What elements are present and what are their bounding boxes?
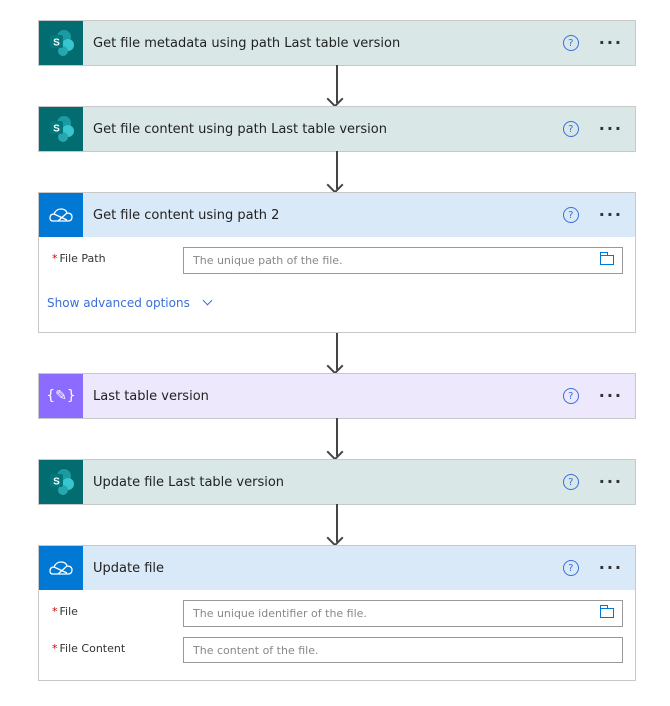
help-icon[interactable]: ? [562, 388, 579, 404]
card-title: Get file content using path Last table v… [93, 121, 387, 137]
card-header[interactable]: Get file content using path 2 ? ··· [39, 193, 635, 237]
card-header[interactable]: {✎} Last table version ? ··· [39, 374, 635, 418]
action-card-update-file[interactable]: Update file ? ··· * File The unique ident… [38, 545, 636, 681]
chevron-down-icon [202, 295, 213, 306]
card-title: Update file Last table version [93, 474, 285, 490]
help-icon[interactable]: ? [562, 35, 579, 51]
card-header[interactable]: Update file ? ··· [39, 546, 635, 590]
card-title: Last table version [93, 388, 209, 404]
sharepoint-icon [39, 460, 83, 504]
connector-arrow [336, 333, 338, 370]
more-options-icon[interactable]: ··· [599, 560, 623, 576]
file-path-input[interactable]: The unique path of the file. [183, 247, 623, 274]
card-title: Get file metadata using path Last table … [93, 35, 401, 51]
file-label: * File [52, 605, 78, 618]
help-icon[interactable]: ? [562, 560, 579, 576]
more-options-icon[interactable]: ··· [599, 35, 623, 51]
sharepoint-icon [39, 107, 83, 151]
file-content-label: * File Content [52, 642, 126, 655]
onedrive-cloud-icon [39, 193, 83, 237]
more-options-icon[interactable]: ··· [599, 474, 623, 490]
action-card-get-file-metadata[interactable]: Get file metadata using path Last table … [38, 20, 636, 66]
card-title: Get file content using path 2 [93, 207, 280, 223]
action-card-get-file-content-2[interactable]: Get file content using path 2 ? ··· * Fil… [38, 192, 636, 333]
connector-arrow [336, 65, 338, 103]
help-icon[interactable]: ? [562, 207, 579, 223]
card-header[interactable]: Update file Last table version ? ··· [39, 460, 635, 504]
action-card-last-table-version[interactable]: {✎} Last table version ? ··· [38, 373, 636, 419]
connector-arrow [336, 504, 338, 542]
card-title: Update file [93, 560, 165, 576]
card-header[interactable]: Get file metadata using path Last table … [39, 21, 635, 65]
file-path-label: * File Path [52, 252, 106, 265]
folder-icon[interactable] [600, 605, 614, 618]
folder-icon[interactable] [600, 252, 614, 265]
more-options-icon[interactable]: ··· [599, 388, 623, 404]
action-card-get-file-content[interactable]: Get file content using path Last table v… [38, 106, 636, 152]
onedrive-cloud-icon [39, 546, 83, 590]
help-icon[interactable]: ? [562, 121, 579, 137]
variable-icon: {✎} [39, 374, 83, 418]
more-options-icon[interactable]: ··· [599, 121, 623, 137]
action-card-update-file-last-table-version[interactable]: Update file Last table version ? ··· [38, 459, 636, 505]
show-advanced-options-link[interactable]: Show advanced options [47, 295, 213, 310]
help-icon[interactable]: ? [562, 474, 579, 490]
more-options-icon[interactable]: ··· [599, 207, 623, 223]
connector-arrow [336, 418, 338, 456]
card-header[interactable]: Get file content using path Last table v… [39, 107, 635, 151]
sharepoint-icon [39, 21, 83, 65]
file-content-input[interactable]: The content of the file. [183, 637, 623, 663]
connector-arrow [336, 151, 338, 189]
file-input[interactable]: The unique identifier of the file. [183, 600, 623, 627]
